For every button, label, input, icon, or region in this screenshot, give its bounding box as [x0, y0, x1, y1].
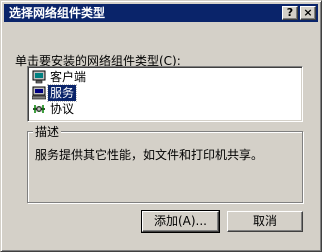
protocol-icon [33, 105, 45, 113]
help-icon: ? [286, 6, 294, 19]
window-title: 选择网络组件类型 [9, 6, 106, 20]
monitor-icon [32, 70, 46, 84]
add-button[interactable]: 添加(A)... [141, 210, 220, 233]
help-button[interactable]: ? [282, 6, 298, 20]
list-item-label: 服务 [46, 84, 78, 102]
list-item-label: 客户端 [50, 70, 87, 84]
component-type-list[interactable]: 客户端 服务 协议 [27, 66, 303, 122]
description-text: 服务提供其它性能，如文件和打印机共享。 [35, 148, 264, 162]
description-group [27, 131, 303, 203]
service-icon [32, 86, 46, 100]
list-item-label: 协议 [50, 102, 75, 116]
description-legend: 描述 [33, 125, 62, 139]
select-network-component-dialog: 选择网络组件类型 ? × 单击要安装的网络组件类型(C): 客户端 服务 协议 … [0, 0, 322, 252]
close-icon: × [303, 6, 313, 19]
cancel-button[interactable]: 取消 [227, 211, 303, 232]
close-button[interactable]: × [300, 6, 316, 20]
title-bar[interactable]: 选择网络组件类型 ? × [4, 4, 318, 22]
